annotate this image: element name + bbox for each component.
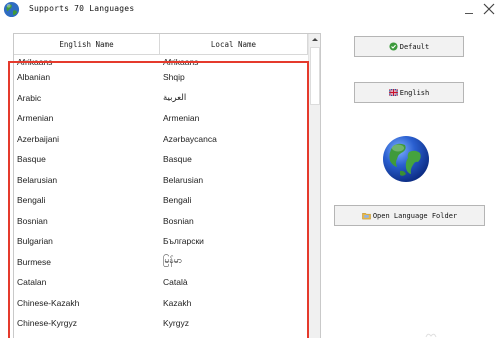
vertical-scrollbar[interactable] — [308, 34, 320, 338]
language-row[interactable]: Armenian Armenian — [14, 108, 308, 129]
open-language-folder-button[interactable]: Open Language Folder — [334, 205, 485, 226]
default-button[interactable]: Default — [354, 36, 464, 57]
english-name-cell: Belarusian — [17, 174, 58, 185]
english-name-cell: Bengali — [17, 195, 46, 206]
minimize-button[interactable] — [460, 0, 478, 18]
language-row[interactable]: Chinese-Kazakh Kazakh — [14, 293, 308, 314]
resize-grip-icon — [425, 333, 437, 338]
check-circle-icon — [389, 42, 398, 51]
language-row[interactable]: Bengali Bengali — [14, 190, 308, 211]
local-name-cell: Armenian — [163, 113, 200, 124]
english-name-cell: Armenian — [17, 113, 54, 124]
close-icon[interactable] — [480, 0, 498, 18]
language-list[interactable]: English Name Local Name Afrikaans Afrikaa… — [13, 33, 321, 338]
english-name-cell: Bulgarian — [17, 236, 53, 247]
default-button-label: Default — [399, 42, 430, 51]
english-button[interactable]: English — [354, 82, 464, 103]
folder-icon — [362, 213, 371, 220]
language-rows: Afrikaans Afrikaans Albanian Shqip Arabic الع… — [14, 55, 308, 334]
local-name-cell: Kyrgyz — [163, 318, 189, 329]
uk-flag-icon — [388, 89, 398, 96]
language-row[interactable]: Belarusian Belarusian — [14, 170, 308, 191]
english-name-cell: Albanian — [17, 72, 51, 83]
local-name-cell: Belarusian — [163, 174, 204, 185]
language-row[interactable]: Burmese မြန်မာ — [14, 252, 308, 273]
language-row[interactable]: Catalan Català — [14, 272, 308, 293]
english-name-cell: Afrikaans — [17, 57, 53, 67]
english-name-cell: Burmese — [17, 256, 52, 267]
language-row[interactable]: Azerbaijani Azərbaycanca — [14, 129, 308, 150]
local-name-cell: Shqip — [163, 72, 185, 83]
local-name-cell: العربية — [163, 92, 187, 103]
english-button-label: English — [399, 88, 430, 97]
scroll-thumb[interactable] — [310, 47, 320, 105]
english-name-cell: Chinese-Kazakh — [17, 297, 80, 308]
globe-icon — [383, 136, 429, 182]
local-name-cell: Bengali — [163, 195, 192, 206]
english-name-cell: Basque — [17, 154, 46, 165]
english-name-cell: Catalan — [17, 277, 47, 288]
globe-icon — [3, 1, 20, 18]
language-row[interactable]: Arabic العربية — [14, 88, 308, 109]
list-header: English Name Local Name — [14, 34, 308, 55]
language-row[interactable]: Basque Basque — [14, 149, 308, 170]
english-name-cell: Arabic — [17, 92, 42, 103]
open-language-folder-label: Open Language Folder — [372, 211, 458, 220]
language-row[interactable]: Bosnian Bosnian — [14, 211, 308, 232]
english-name-cell: Chinese-Kyrgyz — [17, 318, 77, 329]
local-name-cell: Azərbaycanca — [163, 133, 217, 144]
column-header-local-name[interactable]: Local Name — [160, 34, 308, 55]
language-row[interactable]: Albanian Shqip — [14, 67, 308, 88]
language-row[interactable]: Afrikaans Afrikaans — [14, 55, 308, 67]
scroll-up-arrow-icon[interactable] — [309, 34, 320, 46]
column-header-english-name[interactable]: English Name — [14, 34, 160, 55]
language-row[interactable]: Chinese-Kyrgyz Kyrgyz — [14, 313, 308, 334]
local-name-cell: Kazakh — [163, 297, 192, 308]
local-name-cell: Català — [163, 277, 188, 288]
local-name-cell: Afrikaans — [163, 57, 199, 67]
local-name-cell: Bosnian — [163, 215, 194, 226]
english-name-cell: Azerbaijani — [17, 133, 60, 144]
title-bar: Supports 70 Languages — [0, 0, 500, 20]
language-row[interactable]: Bulgarian Български — [14, 231, 308, 252]
local-name-cell: မြန်မာ — [163, 255, 183, 266]
local-name-cell: Basque — [163, 154, 192, 165]
english-name-cell: Bosnian — [17, 215, 48, 226]
window-title: Supports 70 Languages — [29, 4, 135, 13]
local-name-cell: Български — [163, 236, 204, 247]
